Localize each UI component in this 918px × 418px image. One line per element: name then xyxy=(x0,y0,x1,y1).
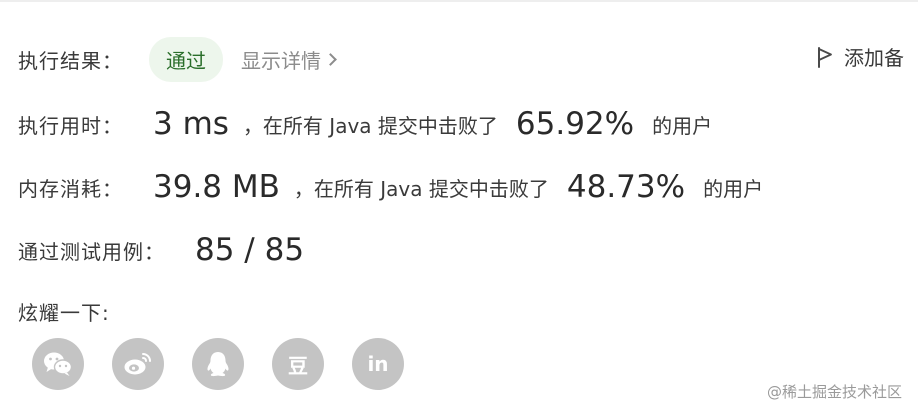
test-cases-label: 通过测试用例： xyxy=(18,239,165,264)
weibo-icon xyxy=(124,353,151,375)
runtime-suffix: 的用户 xyxy=(652,113,713,138)
test-cases-value: 85 / 85 xyxy=(195,232,305,268)
runtime-value: 3 ms xyxy=(153,106,229,142)
memory-row: 内存消耗： 39.8 MB ，在所有 Java 提交中击败了 48.73% 的用… xyxy=(18,163,763,211)
chevron-right-icon xyxy=(324,53,337,66)
runtime-beat-text: ，在所有 Java 提交中击败了 xyxy=(242,113,498,138)
memory-percent: 48.73% xyxy=(566,169,686,205)
linkedin-icon: in xyxy=(367,352,389,376)
share-qq-button[interactable] xyxy=(192,338,244,390)
show-details-link[interactable]: 显示详情 xyxy=(241,45,337,74)
share-label: 炫耀一下: xyxy=(18,300,110,325)
memory-label: 内存消耗： xyxy=(18,176,123,201)
status-badge: 通过 xyxy=(149,36,223,82)
qq-icon xyxy=(207,352,229,377)
share-buttons: 豆 in xyxy=(32,338,432,390)
watermark: @稀土掘金技术社区 xyxy=(766,383,902,401)
share-row: 炫耀一下: xyxy=(18,296,110,326)
top-divider xyxy=(0,0,918,2)
flag-icon xyxy=(816,46,834,68)
douban-icon: 豆 xyxy=(288,353,308,378)
result-row: 执行结果： 通过 显示详情 xyxy=(18,36,337,82)
share-weibo-button[interactable] xyxy=(112,338,164,390)
wechat-icon xyxy=(44,352,73,376)
runtime-label: 执行用时： xyxy=(18,113,123,138)
runtime-percent: 65.92% xyxy=(515,106,635,142)
memory-value: 39.8 MB xyxy=(153,169,280,205)
add-note-label: 添加备 xyxy=(844,46,904,70)
share-linkedin-button[interactable]: in xyxy=(352,338,404,390)
share-douban-button[interactable]: 豆 xyxy=(272,338,324,390)
memory-suffix: 的用户 xyxy=(703,176,764,201)
test-cases-row: 通过测试用例： 85 / 85 xyxy=(18,226,304,274)
runtime-row: 执行用时： 3 ms ，在所有 Java 提交中击败了 65.92% 的用户 xyxy=(18,100,712,148)
memory-beat-text: ，在所有 Java 提交中击败了 xyxy=(293,176,549,201)
show-details-label: 显示详情 xyxy=(241,48,321,73)
result-label: 执行结果： xyxy=(18,48,123,73)
add-note-button[interactable]: 添加备 xyxy=(816,42,904,71)
share-wechat-button[interactable] xyxy=(32,338,84,390)
